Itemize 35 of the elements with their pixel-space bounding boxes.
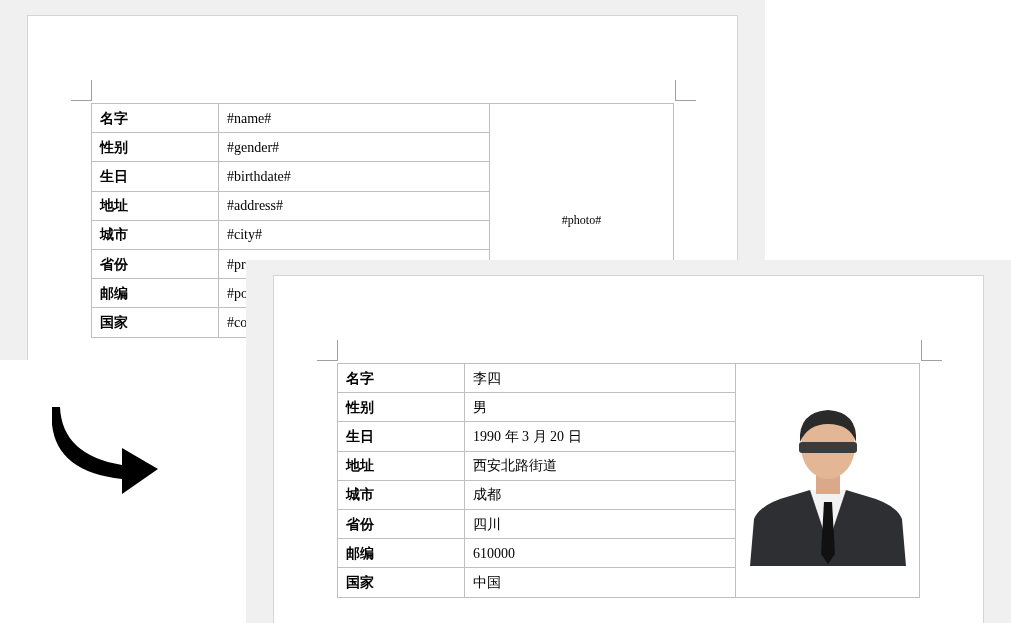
label-cell: 邮编 [92,279,219,309]
label-cell: 邮编 [338,539,465,569]
label-cell: 国家 [338,568,465,598]
margin-mark [317,340,338,361]
value-cell: #address# [219,191,490,221]
label-cell: 性别 [338,393,465,423]
value-cell: #birthdate# [219,162,490,192]
value-cell: 李四 [465,364,736,394]
label-cell: 名字 [92,104,219,134]
label-cell: 地址 [92,191,219,221]
curved-arrow-icon [52,405,160,495]
value-cell: 成都 [465,480,736,510]
value-cell: 中国 [465,568,736,598]
label-cell: 城市 [338,480,465,510]
label-cell: 省份 [338,509,465,540]
label-cell: 城市 [92,220,219,250]
placeholder-text: #photo# [561,212,602,230]
value-cell: 四川 [465,509,736,540]
value-cell: #name# [219,104,490,134]
label-cell: 生日 [338,422,465,452]
margin-mark [921,340,942,361]
label-cell: 生日 [92,162,219,192]
value-cell: 1990 年 3 月 20 日 [465,422,736,452]
margin-mark [71,80,92,101]
value-cell: #city# [219,220,490,250]
label-cell: 名字 [338,364,465,394]
margin-mark [675,80,696,101]
value-cell: 610000 [465,539,736,569]
label-cell: 国家 [92,308,219,338]
label-cell: 省份 [92,249,219,280]
label-cell: 性别 [92,133,219,163]
value-cell: 西安北路街道 [465,451,736,481]
value-cell: 男 [465,393,736,423]
value-cell: #gender# [219,133,490,163]
label-cell: 地址 [338,451,465,481]
